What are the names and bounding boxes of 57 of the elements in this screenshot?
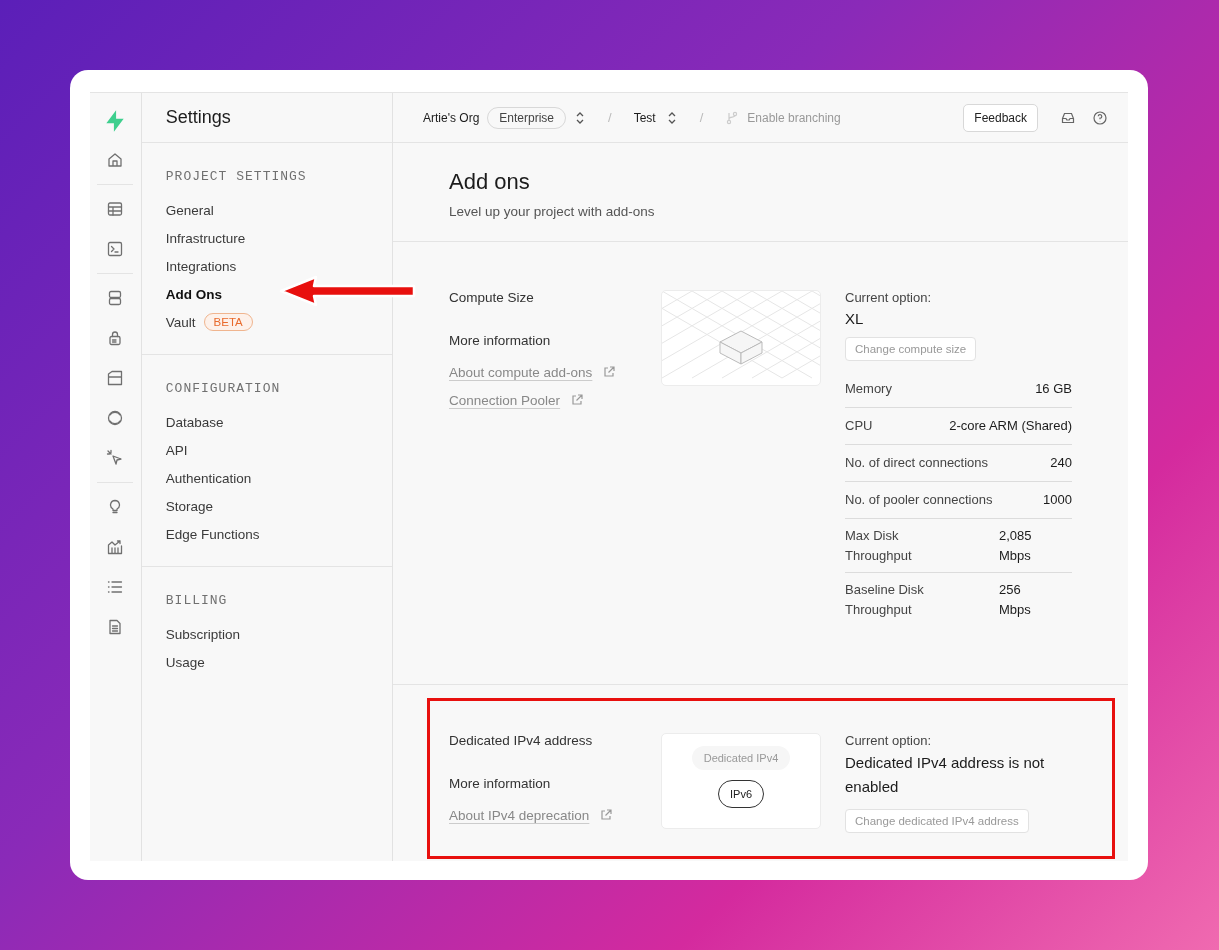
current-option-label: Current option: xyxy=(845,290,932,305)
org-name[interactable]: Artie's Org xyxy=(423,110,480,125)
sidebar-item[interactable]: API xyxy=(165,442,188,458)
spec-label: No. of pooler connections xyxy=(845,492,993,507)
spec-label: Baseline Disk Throughput xyxy=(845,581,925,619)
help-icon[interactable] xyxy=(1092,109,1108,126)
spec-label: No. of direct connections xyxy=(845,455,989,470)
current-option-label: Current option: xyxy=(845,733,932,748)
folder-icon[interactable] xyxy=(106,369,125,387)
beta-badge: BETA xyxy=(203,313,253,331)
page-title: Add ons xyxy=(449,169,531,195)
ip-version-pill: Dedicated IPv4 xyxy=(691,746,791,770)
sidebar-item[interactable]: Vault xyxy=(165,314,196,330)
branch-icon xyxy=(725,110,740,125)
current-option-value: Dedicated IPv4 address is not enabled xyxy=(845,753,1046,797)
current-option-value: XL xyxy=(845,310,865,327)
feedback-button[interactable]: Feedback xyxy=(963,103,1038,132)
spec-value: 1000 xyxy=(1043,492,1072,507)
external-link-icon[interactable] xyxy=(602,365,617,379)
sidebar-item[interactable]: General xyxy=(165,202,214,218)
sidebar-item[interactable]: Usage xyxy=(165,654,205,670)
section-heading: CONFIGURATION xyxy=(164,381,282,396)
home-icon[interactable] xyxy=(106,151,125,169)
terminal-icon[interactable] xyxy=(106,240,125,258)
sidebar-item[interactable]: Authentication xyxy=(165,470,252,486)
breadcrumb-separator: / xyxy=(699,110,704,125)
more-information-label: More information xyxy=(449,776,552,791)
sidebar-item[interactable]: Add Ons xyxy=(165,286,223,302)
sidebar-item[interactable]: Integrations xyxy=(165,258,237,274)
spec-label: Memory xyxy=(845,381,892,396)
spec-value: 2,085 Mbps xyxy=(999,527,1033,565)
breadcrumb-separator: / xyxy=(608,110,612,125)
addon-name: Dedicated IPv4 address xyxy=(449,733,594,748)
sidebar-title: Settings xyxy=(141,93,392,143)
page-subtitle: Level up your project with add-ons xyxy=(449,204,656,219)
chart-icon[interactable] xyxy=(106,538,125,556)
more-information-label: More information xyxy=(449,333,552,348)
list-icon[interactable] xyxy=(106,578,125,596)
spec-value: 240 xyxy=(1050,455,1072,470)
project-name[interactable]: Test xyxy=(633,110,656,125)
ip-version-pill: IPv6 xyxy=(718,780,764,808)
spec-value: 256 Mbps xyxy=(999,581,1032,619)
external-link-icon[interactable] xyxy=(599,808,614,822)
table-icon[interactable] xyxy=(106,200,125,218)
external-link-icon[interactable] xyxy=(570,393,585,407)
sidebar-item[interactable]: Storage xyxy=(165,498,214,514)
section-heading: BILLING xyxy=(164,593,229,608)
section-heading: PROJECT SETTINGS xyxy=(164,169,308,184)
sidebar-item[interactable]: Edge Functions xyxy=(165,526,260,542)
sidebar-item[interactable]: Infrastructure xyxy=(165,230,246,246)
spec-value: 2-core ARM (Shared) xyxy=(949,418,1072,433)
sidebar-item[interactable]: Database xyxy=(165,414,224,430)
sidebar-item[interactable]: Subscription xyxy=(165,626,241,642)
spec-label: Max Disk Throughput xyxy=(845,527,913,565)
spec-value: 16 GB xyxy=(1035,381,1072,396)
addon-name: Compute Size xyxy=(449,290,535,305)
spec-label: CPU xyxy=(845,418,873,433)
